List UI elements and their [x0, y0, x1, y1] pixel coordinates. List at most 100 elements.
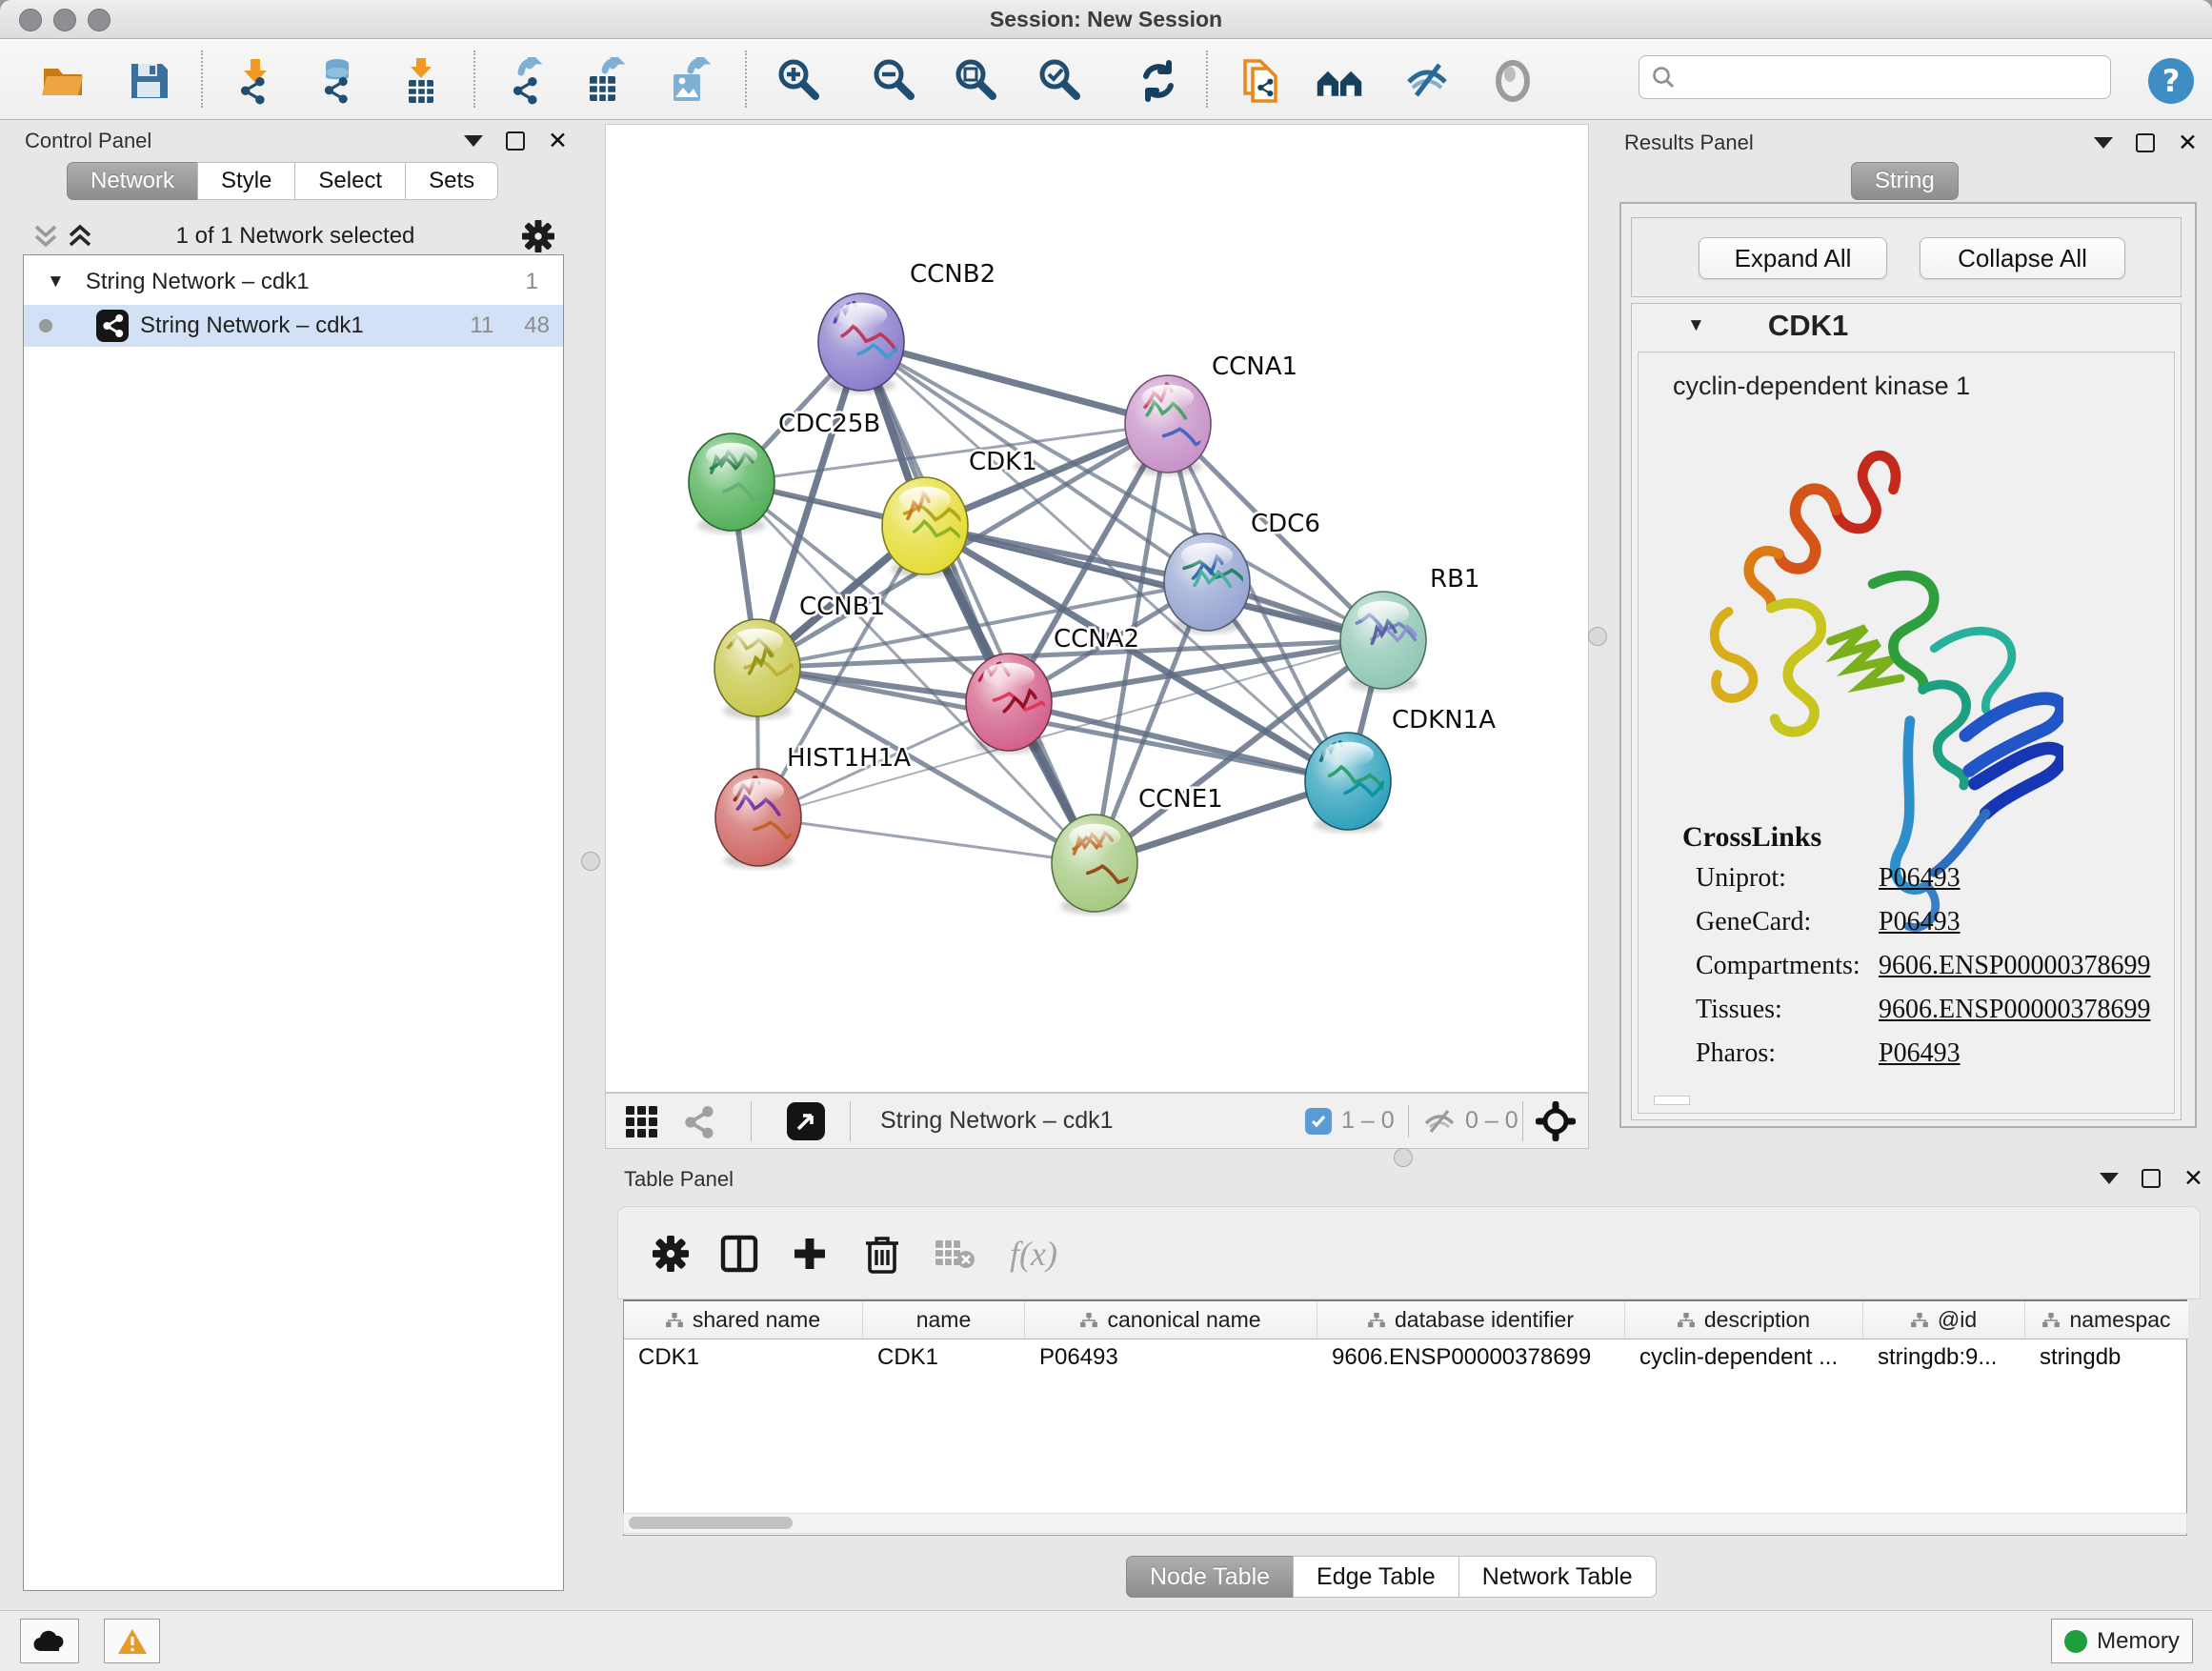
show-all-icon[interactable] [1488, 56, 1538, 106]
network-overview-icon[interactable] [682, 1105, 718, 1139]
network-view-canvas[interactable]: CCNB2CCNA1CDC25BCDK1CDC6RB1CCNB1CCNA2CDK… [605, 124, 1589, 1093]
network-label: String Network – cdk1 [140, 312, 364, 339]
import-network-from-file-icon[interactable] [231, 56, 280, 106]
zoom-fit-content-icon[interactable] [953, 56, 1002, 106]
crosslink-label: Compartments: [1696, 951, 1860, 981]
table-cell[interactable]: P06493 [1025, 1340, 1317, 1375]
network-selection-status: 1 of 1 Network selected [114, 223, 476, 250]
right-splitter-handle[interactable] [1588, 627, 1607, 646]
panel-menu-icon[interactable] [2094, 137, 2113, 149]
zoom-in-icon[interactable] [775, 56, 825, 106]
table-cell[interactable]: CDK1 [863, 1340, 1025, 1375]
horizontal-scrollbar-thumb[interactable] [1654, 1096, 1690, 1105]
scrollbar-thumb[interactable] [629, 1517, 793, 1529]
column-header[interactable]: name [863, 1301, 1025, 1339]
table-cell[interactable]: cyclin-dependent ... [1625, 1340, 1863, 1375]
selected-checkbox-icon[interactable] [1305, 1108, 1332, 1135]
grid-view-icon[interactable] [625, 1105, 659, 1139]
tab-edge-table[interactable]: Edge Table [1293, 1556, 1459, 1598]
tab-node-table[interactable]: Node Table [1126, 1556, 1294, 1598]
tab-network[interactable]: Network [67, 162, 198, 200]
collapse-all-networks-icon[interactable] [32, 222, 59, 251]
zoom-selected-icon[interactable] [1036, 56, 1086, 106]
panel-float-icon[interactable] [2136, 133, 2155, 152]
panel-float-icon[interactable] [2142, 1169, 2161, 1188]
crosslink-link[interactable]: P06493 [1879, 907, 1961, 937]
detach-view-icon[interactable] [787, 1102, 825, 1140]
network-node-ccnb1[interactable]: CCNB1 [714, 593, 885, 719]
column-header[interactable]: namespac [2025, 1301, 2188, 1339]
tab-select[interactable]: Select [294, 162, 406, 200]
expand-all-networks-icon[interactable] [67, 222, 93, 251]
update-network-icon[interactable] [1134, 56, 1183, 106]
tab-string[interactable]: String [1851, 162, 1959, 200]
network-node-hist1h1a[interactable]: HIST1H1A [715, 744, 911, 869]
open-session-icon[interactable] [38, 56, 88, 106]
hide-selected-icon[interactable] [1402, 56, 1452, 106]
column-header[interactable]: @id [1863, 1301, 2025, 1339]
panel-float-icon[interactable] [506, 131, 525, 151]
gene-section-header[interactable]: ▼ CDK1 [1632, 304, 2181, 348]
tab-sets[interactable]: Sets [405, 162, 498, 200]
panel-close-icon[interactable]: ✕ [548, 133, 568, 149]
search-input[interactable] [1676, 64, 2089, 91]
warnings-button[interactable] [104, 1619, 160, 1663]
network-node-cdkn1a[interactable]: CDKN1A [1305, 706, 1496, 833]
crosslink-link[interactable]: P06493 [1879, 1038, 1961, 1069]
show-columns-icon[interactable] [715, 1230, 763, 1278]
delete-table-icon[interactable] [931, 1230, 978, 1278]
import-table-from-file-icon[interactable] [396, 56, 446, 106]
table-options-gear-icon[interactable] [647, 1230, 694, 1278]
network-node-cdc25b[interactable]: CDC25B [689, 410, 880, 534]
column-header[interactable]: canonical name [1025, 1301, 1317, 1339]
add-column-icon[interactable] [786, 1230, 834, 1278]
column-header[interactable]: shared name [624, 1301, 863, 1339]
table-cell[interactable]: stringdb [2025, 1340, 2188, 1375]
panel-menu-icon[interactable] [464, 135, 483, 147]
import-network-from-database-icon[interactable] [312, 56, 362, 106]
export-network-icon[interactable] [503, 56, 553, 106]
network-options-gear-icon[interactable] [522, 220, 554, 252]
panel-menu-icon[interactable] [2100, 1173, 2119, 1184]
delete-column-trash-icon[interactable] [858, 1230, 906, 1278]
tab-network-table[interactable]: Network Table [1458, 1556, 1657, 1598]
export-table-icon[interactable] [579, 56, 629, 106]
table-toolbar: f(x) [617, 1206, 2201, 1299]
search-field[interactable] [1639, 55, 2111, 99]
table-cell[interactable]: stringdb:9... [1863, 1340, 2025, 1375]
expand-all-button[interactable]: Expand All [1699, 237, 1887, 279]
zoom-out-icon[interactable] [871, 56, 920, 106]
first-neighbors-icon[interactable] [1315, 56, 1364, 106]
tab-style[interactable]: Style [197, 162, 295, 200]
new-network-from-selection-icon[interactable] [1237, 56, 1286, 106]
crosslink-link[interactable]: P06493 [1879, 863, 1961, 894]
network-node-rb1[interactable]: RB1 [1340, 565, 1479, 692]
network-collection-row[interactable]: ▼ String Network – cdk1 1 [24, 261, 563, 303]
gene-collapse-icon[interactable]: ▼ [1687, 315, 1705, 336]
left-splitter-handle[interactable] [581, 852, 600, 871]
crosslink-link[interactable]: 9606.ENSP00000378699 [1879, 951, 2150, 981]
collection-expand-icon[interactable]: ▼ [47, 272, 65, 292]
table-cell[interactable]: 9606.ENSP00000378699 [1317, 1340, 1625, 1375]
crosslink-link[interactable]: 9606.ENSP00000378699 [1879, 995, 2150, 1025]
collection-label: String Network – cdk1 [86, 269, 310, 295]
panel-close-icon[interactable]: ✕ [2178, 135, 2198, 151]
bottom-splitter-handle[interactable] [1394, 1148, 1413, 1167]
cloud-status-button[interactable] [20, 1619, 79, 1663]
table-cell[interactable]: CDK1 [624, 1340, 863, 1375]
help-icon[interactable]: ? [2146, 56, 2196, 106]
save-session-icon[interactable] [124, 56, 173, 106]
node-label: CDKN1A [1392, 706, 1496, 735]
network-row[interactable]: String Network – cdk1 11 48 [24, 305, 563, 347]
collapse-all-button[interactable]: Collapse All [1920, 237, 2125, 279]
birds-eye-toggle-icon[interactable] [1536, 1101, 1576, 1141]
function-builder-icon[interactable]: f(x) [995, 1230, 1072, 1278]
network-node-ccna1[interactable]: CCNA1 [1125, 352, 1297, 475]
network-graph[interactable]: CCNB2CCNA1CDC25BCDK1CDC6RB1CCNB1CCNA2CDK… [606, 125, 1588, 1092]
table-horizontal-scrollbar[interactable] [623, 1513, 2187, 1534]
export-image-icon[interactable] [663, 56, 713, 106]
panel-close-icon[interactable]: ✕ [2183, 1171, 2203, 1186]
memory-button[interactable]: Memory [2051, 1619, 2193, 1663]
column-header[interactable]: description [1625, 1301, 1863, 1339]
column-header[interactable]: database identifier [1317, 1301, 1625, 1339]
